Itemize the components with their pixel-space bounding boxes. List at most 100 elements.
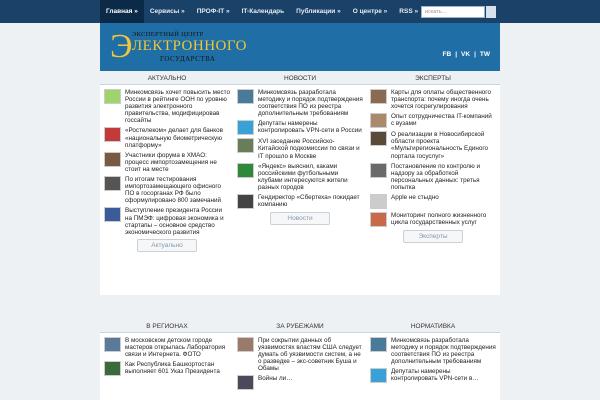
news-link[interactable]: Карты для оплаты общественного транспорт… [391,89,496,110]
column-title[interactable]: ЗА РУБЕЖАМИ [233,320,367,333]
menu-item-publications[interactable]: Публикации » [290,0,347,23]
top-nav-bar: Главная » Сервисы » ПРОФ-IT » IT-Календа… [0,0,600,23]
news-link[interactable]: О реализации в Новосибирской области про… [391,131,496,159]
news-thumbnail [237,337,254,352]
site-logo[interactable]: Э ЭКСПЕРТНЫЙ ЦЕНТР ЛЕКТРОННОГО ГОСУДАРСТ… [110,28,255,65]
menu-item-it-calendar[interactable]: IT-Календарь [236,0,291,23]
list-item[interactable]: При сокрытии данных об уязвимостях власт… [237,337,363,372]
list-item[interactable]: «Яндекс» выяснил, каками российскими фут… [237,162,363,191]
news-thumbnail [237,120,254,136]
news-thumbnail [104,89,121,104]
news-link[interactable]: При сокрытии данных об уязвимостях власт… [258,337,363,372]
news-thumbnail [370,194,387,210]
list-item[interactable]: Гендиректор «Сбертеха» покидает компанию [237,194,363,210]
list-item[interactable]: Опыт сотрудничества IT-компаний с вузами [370,113,496,129]
list-item[interactable]: Депутаты намерены контролировать VPN-сет… [237,120,363,136]
news-link[interactable]: «Ростелеком» делает для банков «национал… [125,127,230,148]
news-link[interactable]: Гендиректор «Сбертеха» покидает компанию [258,194,363,208]
news-link[interactable]: Депутаты намерены контролировать VPN-сет… [391,368,496,382]
news-link[interactable]: Минкомсвязь разработала методику и поряд… [391,337,496,365]
column-title[interactable]: В РЕГИОНАХ [100,320,234,333]
column-title[interactable]: АКТУАЛЬНО [100,72,234,85]
facebook-link[interactable]: FB [441,51,454,58]
news-link[interactable]: Выступление президента России на ПМЭФ: ц… [125,207,230,235]
list-item[interactable]: В московском детском городе мастеров отк… [104,337,230,358]
news-thumbnail [104,176,121,192]
list-item[interactable]: Мониторинг полного жизненного цикла госу… [370,212,496,228]
menu-item-services[interactable]: Сервисы » [144,0,191,23]
news-thumbnail [370,113,387,129]
column-regions: В РЕГИОНАХ В московском детском городе м… [100,320,234,400]
news-link[interactable]: По итогам тестирования импортозамещающег… [125,176,230,204]
menu-item-about[interactable]: О центре » [347,0,394,23]
main-menu: Главная » Сервисы » ПРОФ-IT » IT-Календа… [100,0,424,23]
news-thumbnail [237,375,254,391]
news-thumbnail [104,127,121,143]
more-button[interactable]: Актуально [137,238,197,252]
logo-line2: ЛЕКТРОННОГО [132,38,247,54]
news-thumbnail [104,337,121,352]
list-item[interactable]: По итогам тестирования импортозамещающег… [104,176,230,204]
list-item[interactable]: XVI заседание Российско-Китайской подком… [237,138,363,160]
news-link[interactable]: В московском детском городе мастеров отк… [125,337,230,358]
news-link[interactable]: XVI заседание Российско-Китайской подком… [258,138,363,159]
list-item[interactable]: Минкомсвязь разработала методику и поряд… [237,89,363,117]
news-thumbnail [237,138,254,154]
more-button[interactable]: Новости [270,212,330,226]
list-item[interactable]: Минкомсвязь разработала методику и поряд… [370,337,496,365]
news-link[interactable]: Как Республика Башкортостан выполняет 60… [125,361,230,375]
list-item[interactable]: Войны ли… [237,375,363,391]
column-title[interactable]: НОРМАТИВКА [366,320,500,333]
twitter-link[interactable]: TW [478,51,492,58]
social-links: FB | VK | TW [441,51,492,58]
logo-line1: ЭКСПЕРТНЫЙ ЦЕНТР [132,31,204,38]
list-item[interactable]: Как Республика Башкортостан выполняет 60… [104,361,230,377]
news-thumbnail [104,361,121,377]
menu-item-home[interactable]: Главная » [100,0,144,23]
news-thumbnail [370,131,387,147]
news-link[interactable]: Участники форума в ХМАО: процесс импорто… [125,152,230,173]
column-title[interactable]: ЭКСПЕРТЫ [366,72,500,85]
list-item[interactable]: Минкомсвязь хочет повысить место России … [104,89,230,124]
news-link[interactable]: Постановление по контролю и надзору за о… [391,163,496,191]
menu-item-rss[interactable]: RSS » [393,0,424,23]
column-title[interactable]: НОВОСТИ [233,72,367,85]
menu-item-prof-it[interactable]: ПРОФ-IT » [191,0,236,23]
column-news: НОВОСТИ Минкомсвязь разработала методику… [233,72,367,295]
vk-link[interactable]: VK [459,51,472,58]
news-thumbnail [237,194,254,210]
news-thumbnail [104,151,121,167]
list-item[interactable]: Участники форума в ХМАО: процесс импорто… [104,151,230,173]
news-thumbnail [237,162,254,178]
column-normative: НОРМАТИВКА Минкомсвязь разработала метод… [366,320,500,400]
news-thumbnail [370,368,387,384]
news-link[interactable]: Минкомсвязь хочет повысить место России … [125,89,230,124]
search-button[interactable] [486,6,496,18]
logo-letter: Э [110,28,133,65]
list-item[interactable]: О реализации в Новосибирской области про… [370,131,496,160]
list-item[interactable]: Выступление президента России на ПМЭФ: ц… [104,207,230,236]
list-item[interactable]: Apple не стыдно [370,194,496,210]
news-link[interactable]: Минкомсвязь разработала методику и поряд… [258,89,363,117]
news-link[interactable]: Опыт сотрудничества IT-компаний с вузами [391,113,496,127]
news-link[interactable]: Apple не стыдно [391,194,439,201]
site-header: Э ЭКСПЕРТНЫЙ ЦЕНТР ЛЕКТРОННОГО ГОСУДАРСТ… [100,23,500,71]
news-thumbnail [370,89,387,104]
list-item[interactable]: Депутаты намерены контролировать VPN-сет… [370,368,496,384]
news-link[interactable]: Войны ли… [258,375,292,382]
list-item[interactable]: Постановление по контролю и надзору за о… [370,162,496,191]
column-experts: ЭКСПЕРТЫ Карты для оплаты общественного … [366,72,500,295]
news-link[interactable]: «Яндекс» выяснил, каками российскими фут… [258,163,363,191]
news-link[interactable]: Мониторинг полного жизненного цикла госу… [391,212,496,226]
news-thumbnail [370,337,387,352]
news-thumbnail [237,89,254,104]
news-link[interactable]: Депутаты намерены контролировать VPN-сет… [258,120,363,134]
list-item[interactable]: «Ростелеком» делает для банков «национал… [104,127,230,149]
news-thumbnail [370,212,387,228]
news-thumbnail [104,207,121,223]
more-button[interactable]: Эксперты [403,230,463,244]
list-item[interactable]: Карты для оплаты общественного транспорт… [370,89,496,110]
search-input[interactable]: искать... [421,6,485,18]
logo-line3: ГОСУДАРСТВА [160,55,216,63]
column-actual: АКТУАЛЬНО Минкомсвязь хочет повысить мес… [100,72,234,295]
